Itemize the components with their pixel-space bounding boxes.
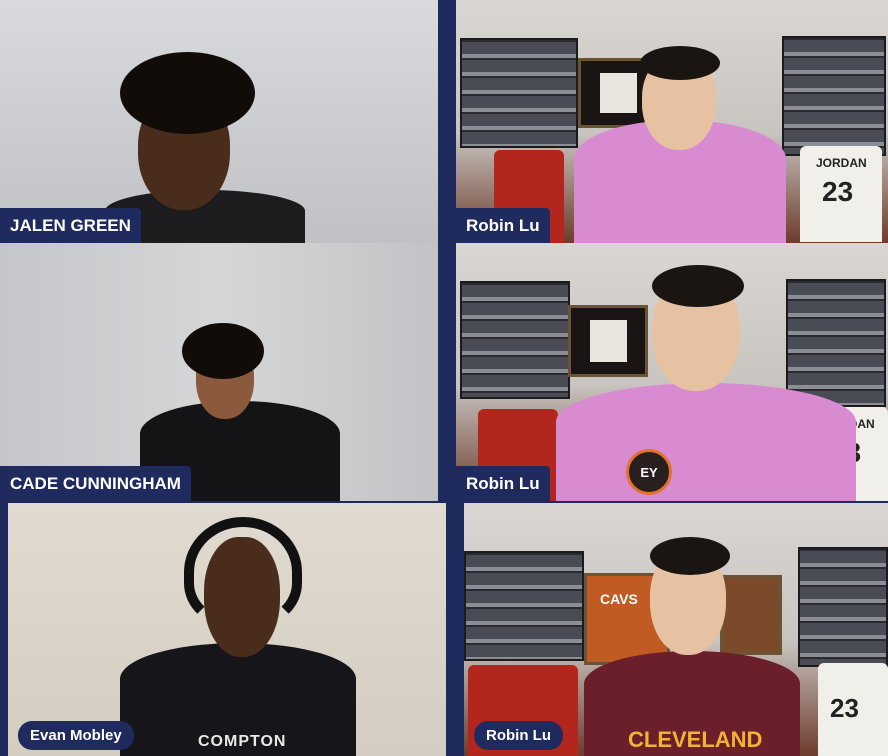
framed-art — [720, 575, 782, 655]
participant-body — [556, 383, 856, 501]
sneaker-shelf — [464, 551, 584, 661]
jersey-name-text: JORDAN — [816, 156, 867, 170]
participant-body: CLEVELAND — [584, 651, 800, 756]
jersey-number-text: 23 — [830, 693, 859, 723]
participant-name-label: Robin Lu — [456, 466, 550, 501]
video-tile-cade-cunningham[interactable]: CADE CUNNINGHAM — [0, 243, 438, 501]
sneaker-shelf — [786, 279, 886, 407]
participant-body: COMPTON — [120, 643, 356, 756]
sneaker-shelf — [460, 38, 578, 148]
shirt-print-text: CLEVELAND — [628, 727, 763, 752]
headphones-icon — [184, 517, 302, 627]
badge-logo: EY — [626, 449, 672, 495]
jersey-number-text: 23 — [822, 176, 854, 207]
participant-name-label: Robin Lu — [456, 208, 550, 243]
video-tile-evan-mobley[interactable]: COMPTON Evan Mobley — [8, 503, 446, 756]
video-tile-robin-lu-1[interactable]: JORDAN 23 Robin Lu — [456, 0, 888, 243]
participant-name-label: JALEN GREEN — [0, 208, 141, 243]
video-tile-robin-lu-2[interactable]: JORDAN 23 EY Robin Lu — [456, 243, 888, 501]
cavs-jersey: CAVS — [600, 591, 638, 607]
participant-name-label: CADE CUNNINGHAM — [0, 466, 191, 501]
video-tile-jalen-green[interactable]: JALEN GREEN — [0, 0, 438, 243]
shirt-print-text: COMPTON — [198, 733, 287, 750]
framed-art — [568, 305, 648, 377]
sneaker-shelf — [460, 281, 570, 399]
participant-name-label: Evan Mobley — [18, 721, 134, 750]
video-tile-robin-lu-3[interactable]: 23 CAVS CLEVELAND Robin Lu — [464, 503, 888, 756]
sneaker-shelf — [782, 36, 886, 156]
participant-hair — [650, 537, 730, 575]
participant-hair — [640, 46, 720, 80]
participant-hair — [182, 323, 264, 379]
sneaker-shelf — [798, 547, 888, 667]
badge-text: EY — [640, 464, 658, 480]
white-jersey: 23 — [818, 663, 888, 756]
participant-name-label: Robin Lu — [474, 721, 563, 750]
white-jersey: JORDAN 23 — [800, 146, 882, 242]
participant-hair — [652, 265, 744, 307]
participant-hair — [120, 52, 255, 134]
